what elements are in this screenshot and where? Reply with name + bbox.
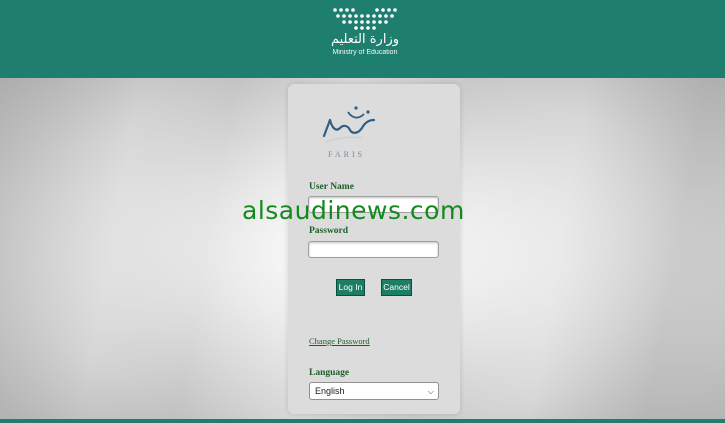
ministry-logo: وزارة التعليم Ministry of Education [310,6,420,74]
password-label: Password [309,226,349,236]
password-input[interactable] [308,241,439,258]
faris-logo-icon [322,106,376,143]
language-select[interactable]: English ⌵ [309,382,439,400]
ministry-emblem-icon [333,8,397,30]
ministry-name-english: Ministry of Education [332,49,398,56]
header-bar: وزارة التعليم Ministry of Education [0,0,725,78]
chevron-down-icon: ⌵ [427,387,434,396]
faris-brand-text: FARIS [328,150,366,159]
ministry-name-arabic: وزارة التعليم [330,32,400,47]
cancel-button[interactable]: Cancel [381,279,412,296]
footer-bar [0,419,725,423]
language-selected-value: English [315,386,345,396]
username-label: User Name [309,182,354,192]
change-password-link[interactable]: Change Password [309,336,370,346]
watermark-text: alsaudinews.com [242,196,465,225]
login-button[interactable]: Log In [336,279,365,296]
language-label: Language [309,368,350,378]
login-panel: FARIS User Name Password Log In Cancel C… [288,84,460,414]
